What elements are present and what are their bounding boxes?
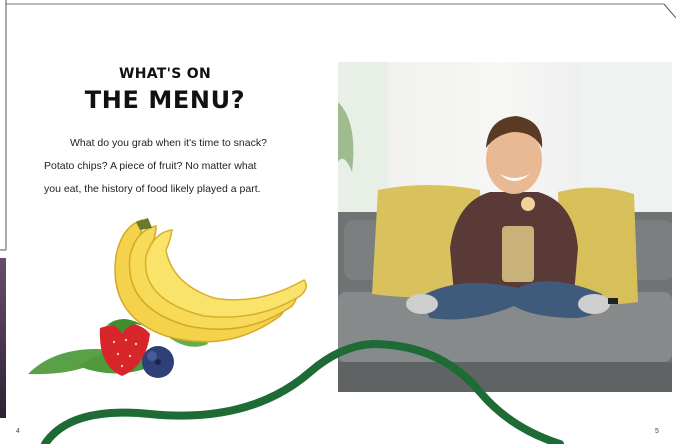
book-spread: WHAT'S ON THE MENU? What do you grab whe… bbox=[0, 0, 676, 444]
adjacent-page-photo-strip bbox=[0, 258, 6, 418]
heading-line-1: WHAT'S ON bbox=[118, 66, 212, 82]
body-text: What do you grab when it's time to snack… bbox=[44, 132, 294, 201]
body-line-2: Potato chips? A piece of fruit? No matte… bbox=[44, 160, 257, 172]
body-line-3: you eat, the history of food likely play… bbox=[44, 183, 261, 195]
heading-line-2: THE MENU? bbox=[84, 86, 246, 114]
page-number-right: 5 bbox=[655, 428, 659, 435]
boy-eating-chips-on-couch-photo bbox=[338, 62, 672, 392]
page-number-left: 4 bbox=[16, 428, 20, 435]
body-line-1: What do you grab when it's time to snack… bbox=[70, 137, 267, 149]
bananas-strawberry-blueberry-illustration bbox=[28, 218, 307, 378]
